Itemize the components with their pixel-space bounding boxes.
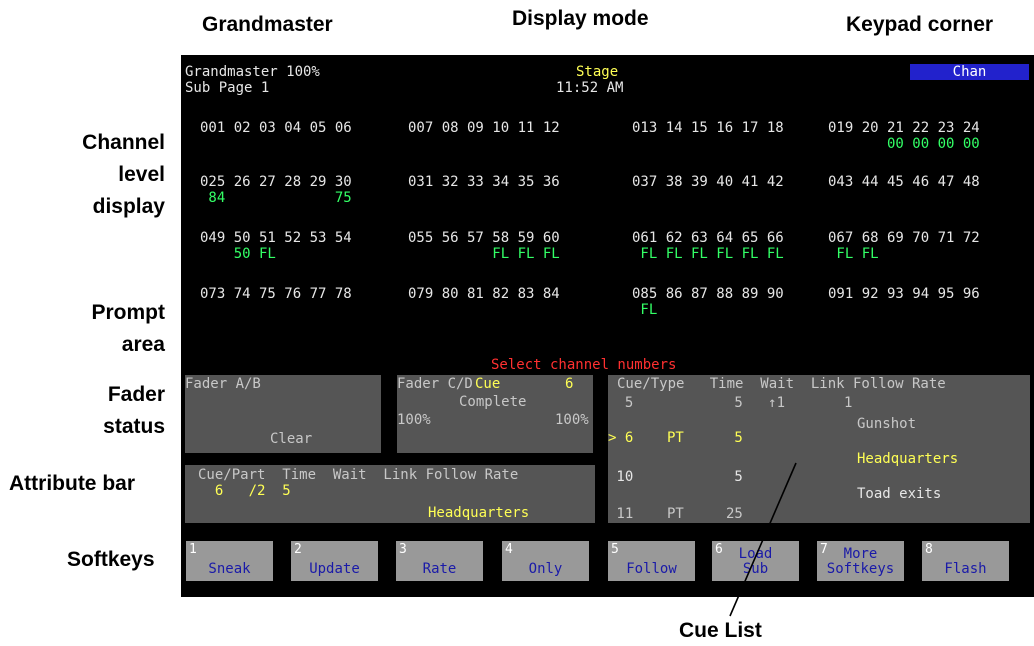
cue-list-leader-line (729, 462, 797, 617)
